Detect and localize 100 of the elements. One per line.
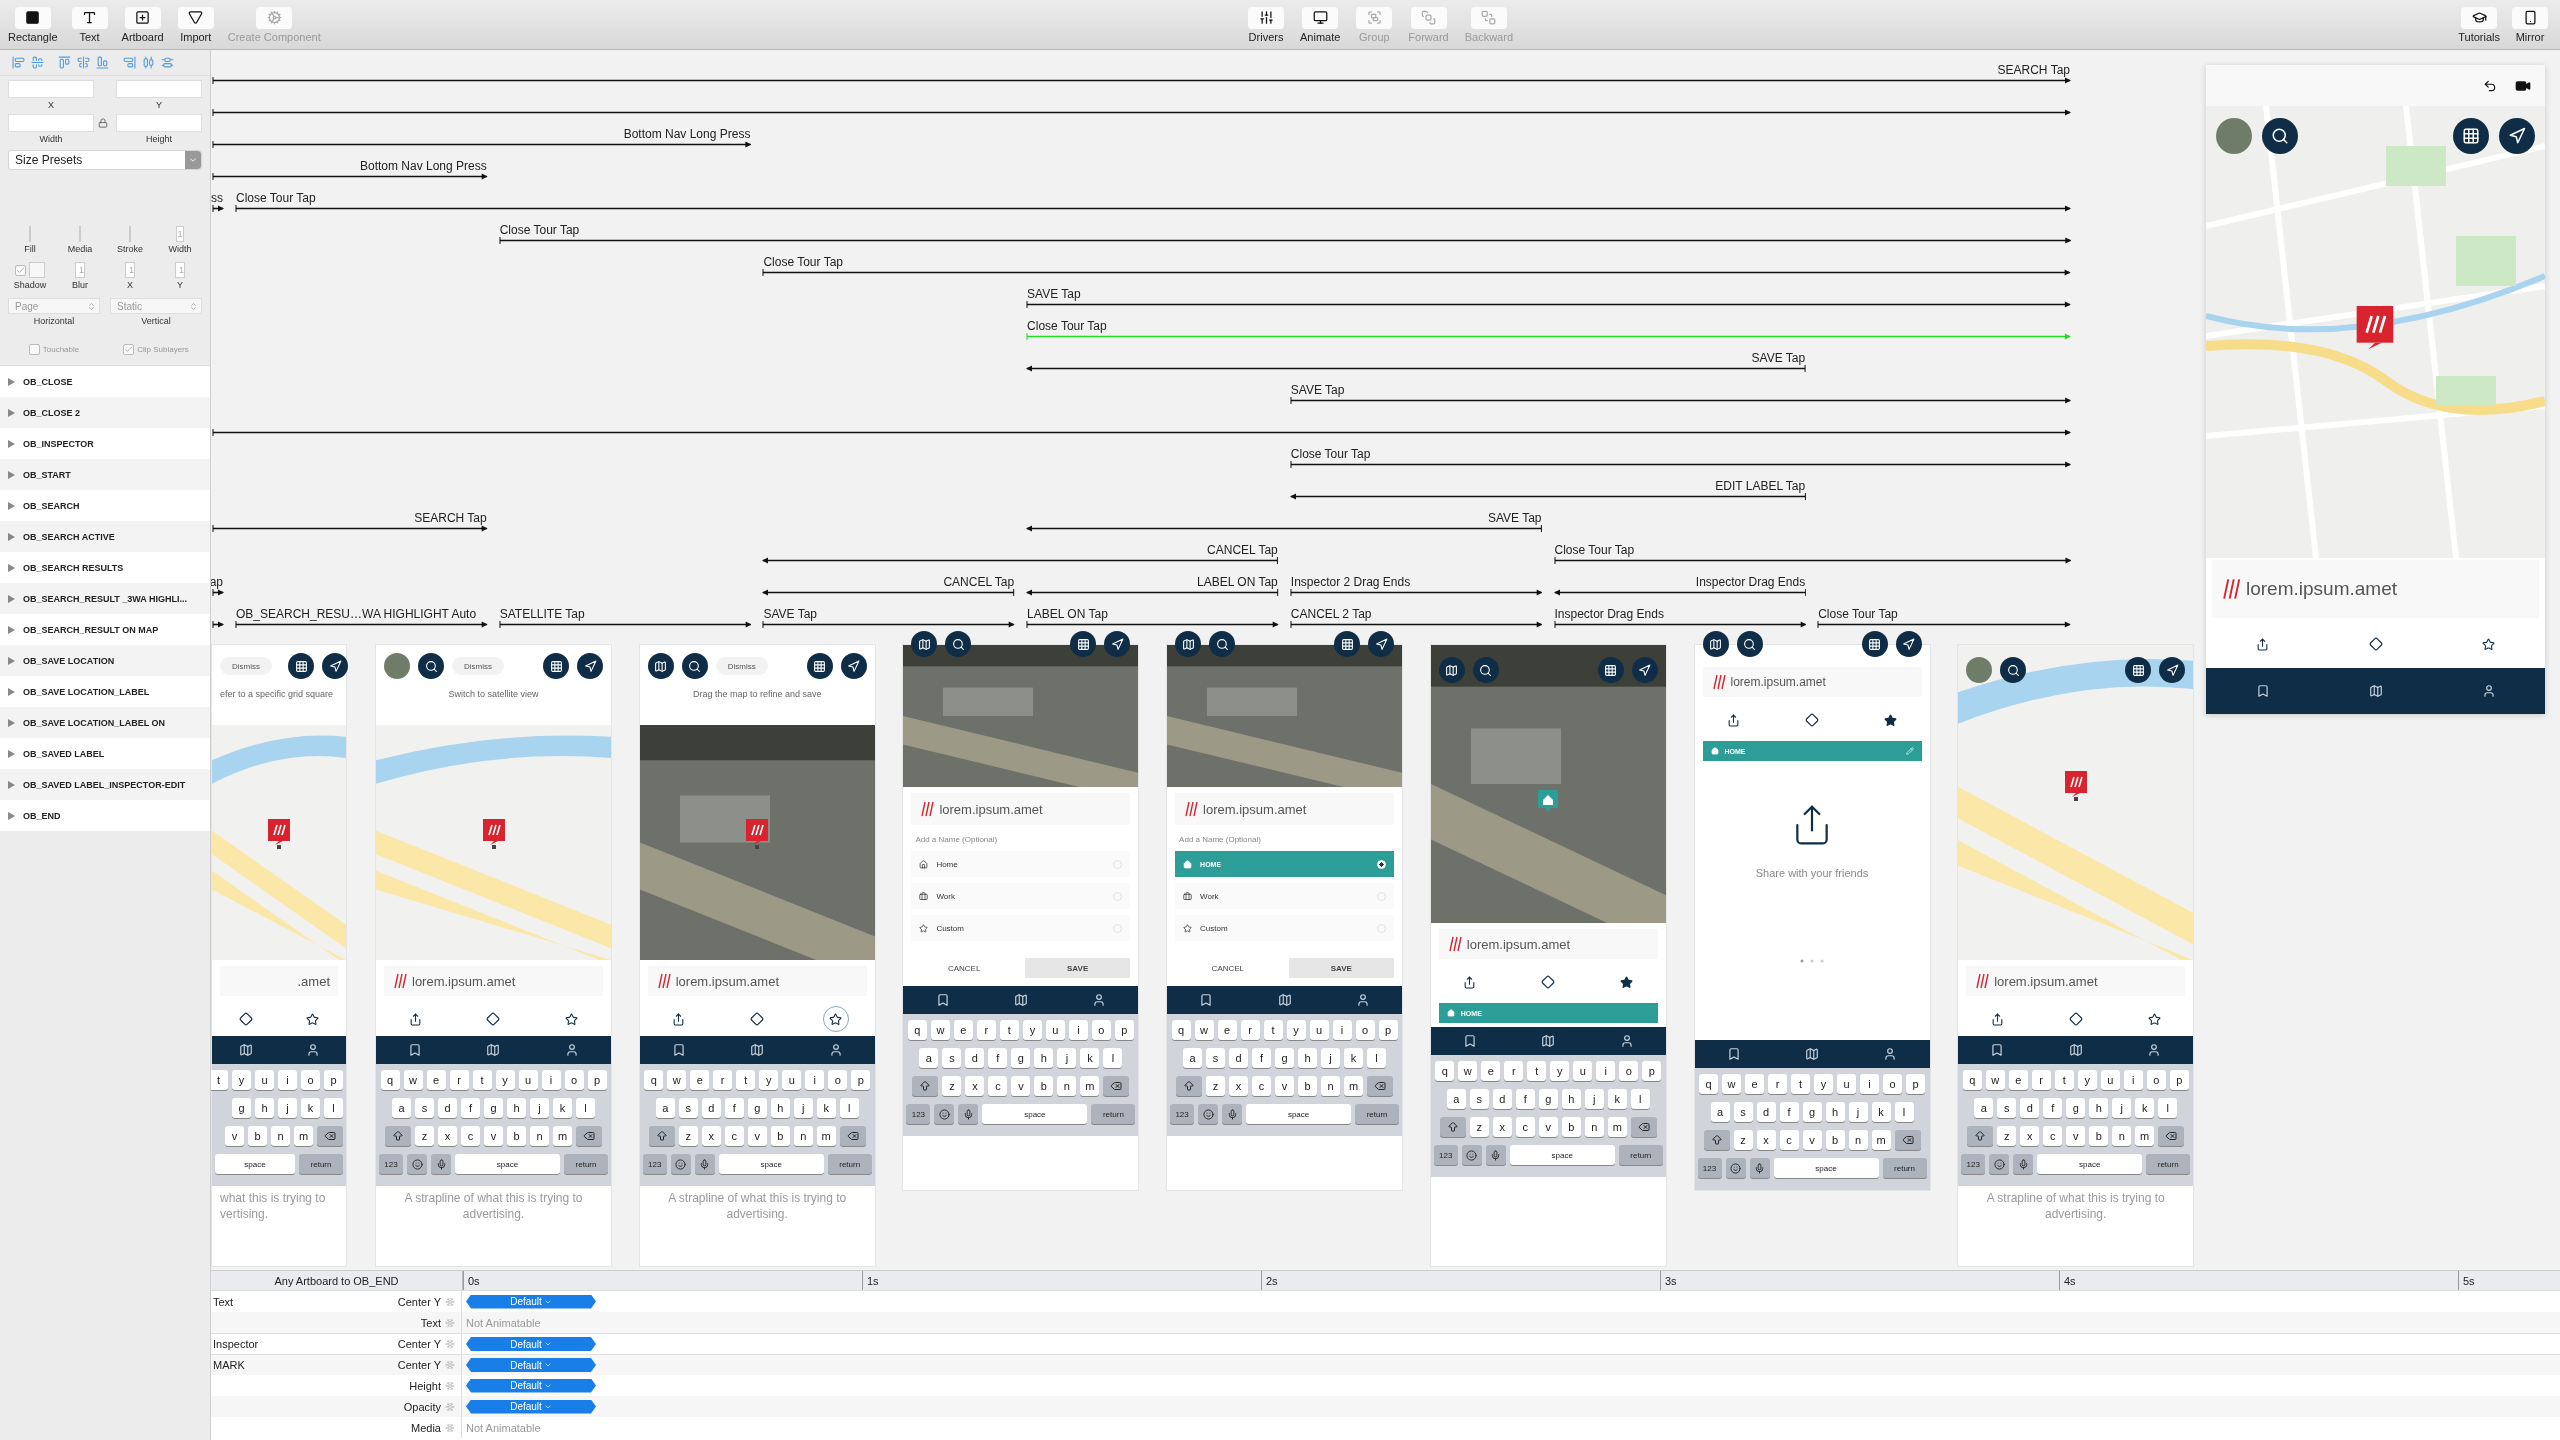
keyboard-key[interactable]: space (1246, 1104, 1352, 1124)
layer-item[interactable]: OB_SEARCH (0, 490, 210, 521)
keyboard-key[interactable]: r (449, 1070, 469, 1090)
keyboard-key[interactable]: a (1446, 1089, 1466, 1109)
keyboard-key[interactable]: i (1332, 1020, 1352, 1040)
keyboard-key[interactable]: return (1355, 1104, 1400, 1124)
layer-item[interactable]: OB_SEARCH_RESULT ON MAP (0, 614, 210, 645)
keyboard-key[interactable]: z (942, 1076, 962, 1096)
keyboard-key[interactable]: u (1309, 1020, 1329, 1040)
keyboard-key[interactable]: a (655, 1098, 675, 1118)
keyboard-key[interactable]: c (988, 1076, 1008, 1096)
label-option[interactable]: Custom (911, 915, 1131, 941)
keyboard-key[interactable]: r (1504, 1061, 1524, 1081)
keyboard-key[interactable]: k (553, 1098, 572, 1118)
form-button[interactable]: SAVE (1288, 958, 1395, 978)
keyboard-key[interactable]: z (1997, 1126, 2017, 1146)
keyboard-key[interactable]: y (2077, 1070, 2097, 1090)
keyboard-key[interactable]: o (1091, 1020, 1111, 1040)
keyboard-key[interactable]: r (976, 1020, 996, 1040)
keyboard-key[interactable]: b (507, 1126, 526, 1146)
keyboard-key[interactable]: e (1217, 1020, 1237, 1040)
keyboard-key[interactable]: n (1321, 1076, 1341, 1096)
keyboard-key[interactable]: q (1171, 1020, 1191, 1040)
keyboard-key[interactable]: v (1802, 1130, 1822, 1150)
keyboard-key[interactable]: y (495, 1070, 515, 1090)
keyboard-key[interactable]: o (828, 1070, 848, 1090)
keyboard-key[interactable]: y (1286, 1020, 1306, 1040)
layer-item[interactable]: OB_SEARCH RESULTS (0, 552, 210, 583)
keyboard-key[interactable]: l (1630, 1089, 1650, 1109)
keyboard-key[interactable]: i (2123, 1070, 2143, 1090)
keyboard-key[interactable]: q (1699, 1074, 1718, 1094)
keyboard-key[interactable]: l (1103, 1048, 1123, 1068)
keyboard-key[interactable]: e (2008, 1070, 2028, 1090)
keyboard-key[interactable]: p (587, 1070, 607, 1090)
keyboard-key[interactable]: s (1733, 1102, 1753, 1122)
keyboard-key[interactable]: m (816, 1126, 836, 1146)
keyboard-key[interactable]: c (1252, 1076, 1272, 1096)
keyboard-key[interactable]: z (1206, 1076, 1226, 1096)
keyboard-key[interactable]: 123 (379, 1154, 403, 1174)
keyboard-key[interactable]: a (1710, 1102, 1730, 1122)
keyboard-key[interactable]: x (1229, 1076, 1249, 1096)
keyboard-key[interactable]: 123 (1433, 1145, 1458, 1165)
keyboard-key[interactable]: j (278, 1098, 297, 1118)
keyboard-key[interactable]: j (1321, 1048, 1341, 1068)
keyboard-key[interactable]: g (747, 1098, 767, 1118)
keyboard-key[interactable]: g (2066, 1098, 2086, 1118)
keyboard-key[interactable]: t (1263, 1020, 1283, 1040)
keyboard-key[interactable]: o (1883, 1074, 1902, 1094)
keyboard-key[interactable]: a (392, 1098, 411, 1118)
keyboard-key[interactable]: space (1509, 1145, 1615, 1165)
form-button[interactable]: SAVE (1024, 958, 1131, 978)
keyboard-key[interactable]: 123 (1697, 1158, 1722, 1178)
keyboard-key[interactable]: return (1618, 1145, 1663, 1165)
keyboard-key[interactable]: u (518, 1070, 538, 1090)
form-button[interactable]: CANCEL (911, 958, 1017, 978)
keyboard-key[interactable]: return (1091, 1104, 1136, 1124)
keyboard-key[interactable]: w (1985, 1070, 2005, 1090)
keyboard-key[interactable]: c (1779, 1130, 1799, 1150)
keyboard-key[interactable]: d (1756, 1102, 1776, 1122)
animation-curve-bar[interactable]: Default (466, 1378, 596, 1393)
keyboard-key[interactable]: x (965, 1076, 985, 1096)
keyboard-key[interactable]: q (1435, 1061, 1455, 1081)
keyboard-key[interactable]: s (1469, 1089, 1489, 1109)
keyboard-key[interactable]: s (415, 1098, 434, 1118)
keyboard-key[interactable]: i (805, 1070, 825, 1090)
keyboard-key[interactable]: n (1584, 1117, 1604, 1137)
keyboard-key[interactable]: return (299, 1154, 343, 1174)
keyboard-key[interactable]: p (324, 1070, 343, 1090)
keyboard-key[interactable]: k (2135, 1098, 2155, 1118)
dismiss-button[interactable]: Dismiss (715, 657, 768, 675)
keyboard-key[interactable]: r (1240, 1020, 1260, 1040)
keyboard-key[interactable]: u (782, 1070, 802, 1090)
keyboard-key[interactable]: w (667, 1070, 687, 1090)
keyboard-key[interactable]: n (2112, 1126, 2132, 1146)
name-input-field[interactable]: Add a Name (Optional) (903, 831, 1139, 848)
keyboard-key[interactable]: 123 (1961, 1154, 1986, 1174)
keyboard-key[interactable]: y (759, 1070, 779, 1090)
keyboard-key[interactable]: g (232, 1098, 251, 1118)
keyboard-key[interactable]: e (690, 1070, 710, 1090)
keyboard-key[interactable]: o (2146, 1070, 2166, 1090)
keyboard-key[interactable]: q (907, 1020, 927, 1040)
keyboard-key[interactable]: q (380, 1070, 400, 1090)
keyboard-key[interactable]: w (1722, 1074, 1741, 1094)
keyboard-key[interactable]: u (1573, 1061, 1593, 1081)
layer-item[interactable]: OB_SAVE LOCATION_LABEL (0, 676, 210, 707)
keyboard-key[interactable]: e (1745, 1074, 1764, 1094)
keyboard-key[interactable]: b (2089, 1126, 2109, 1146)
keyboard-key[interactable]: r (2031, 1070, 2051, 1090)
keyboard-key[interactable]: f (2043, 1098, 2063, 1118)
keyboard-key[interactable]: h (507, 1098, 526, 1118)
keyboard-key[interactable]: b (248, 1126, 267, 1146)
keyboard-key[interactable]: i (1068, 1020, 1088, 1040)
keyboard-key[interactable]: m (1607, 1117, 1627, 1137)
keyboard-key[interactable]: a (919, 1048, 939, 1068)
keyboard-key[interactable]: space (1773, 1158, 1879, 1178)
keyboard-key[interactable]: d (965, 1048, 985, 1068)
animation-curve-bar[interactable]: Default (466, 1294, 596, 1309)
keyboard-key[interactable]: h (1561, 1089, 1581, 1109)
layer-item[interactable]: OB_SAVE LOCATION (0, 645, 210, 676)
keyboard-key[interactable]: w (403, 1070, 423, 1090)
